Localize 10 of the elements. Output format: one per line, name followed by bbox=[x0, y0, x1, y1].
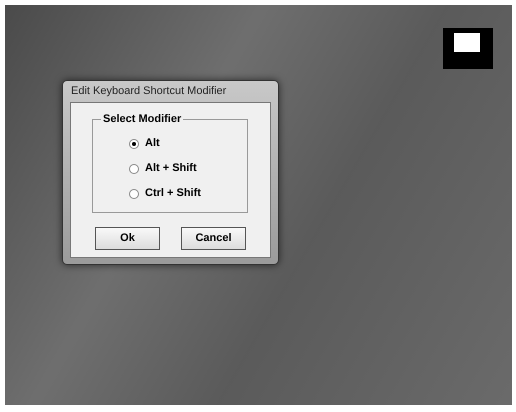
radio-button[interactable] bbox=[129, 188, 139, 198]
square-icon[interactable] bbox=[443, 28, 493, 69]
window-title: Edit Keyboard Shortcut Modifier bbox=[70, 84, 228, 99]
dialog-button[interactable]: Ok bbox=[95, 227, 160, 250]
dialog-button[interactable]: Cancel bbox=[181, 227, 246, 250]
option-label[interactable]: Alt bbox=[145, 135, 160, 152]
option-label[interactable]: Ctrl + Shift bbox=[145, 185, 201, 202]
option-label[interactable]: Alt + Shift bbox=[145, 160, 197, 177]
radio-button[interactable] bbox=[129, 164, 139, 174]
radio-button[interactable] bbox=[129, 138, 139, 148]
